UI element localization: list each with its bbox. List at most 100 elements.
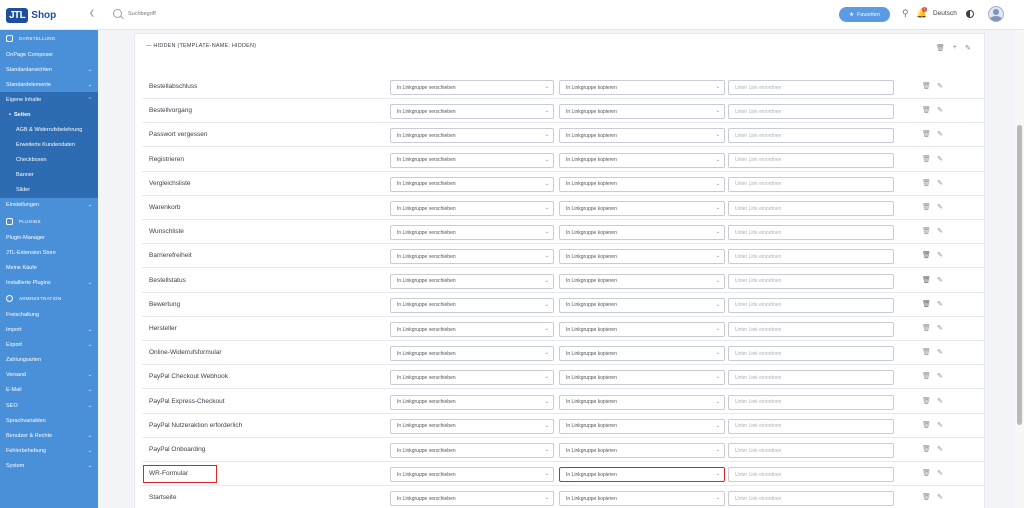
sidebar-item-versand[interactable]: Versand ⌄: [0, 368, 98, 383]
move-linkgroup-select[interactable]: In Linkgruppe verschieben ⌄: [390, 80, 554, 95]
copy-linkgroup-select[interactable]: In Linkgruppe kopieren ⌄: [559, 346, 725, 362]
trash-icon[interactable]: 🗑: [922, 493, 931, 501]
copy-linkgroup-select[interactable]: In Linkgruppe kopieren ⌄: [559, 467, 725, 483]
edit-icon[interactable]: ✎: [965, 44, 971, 52]
edit-icon[interactable]: ✎: [937, 445, 943, 453]
copy-linkgroup-select[interactable]: In Linkgruppe kopieren ⌄: [559, 104, 725, 120]
parent-link-input[interactable]: Unter Link einordnen: [728, 249, 894, 265]
sidebar-item-checkboxen[interactable]: Checkboxen: [0, 153, 98, 168]
edit-icon[interactable]: ✎: [937, 82, 943, 90]
move-linkgroup-select[interactable]: In Linkgruppe verschieben ⌄: [390, 322, 554, 337]
page-name[interactable]: PayPal Nutzeraktion erforderlich: [149, 422, 242, 429]
sidebar-item-einstellungen[interactable]: Einstellungen ⌄: [0, 198, 98, 213]
trash-icon[interactable]: 🗑: [922, 130, 931, 138]
sidebar-item-installierte-plugins[interactable]: Installierte Plugins ⌄: [0, 275, 98, 290]
user-avatar[interactable]: [988, 6, 1004, 22]
trash-icon[interactable]: 🗑: [922, 421, 931, 429]
copy-linkgroup-select[interactable]: In Linkgruppe kopieren ⌄: [559, 297, 725, 313]
page-name[interactable]: Bestellabschluss: [149, 83, 197, 90]
sidebar-item-meine-kaeufe[interactable]: Meine Käufe: [0, 260, 98, 275]
parent-link-input[interactable]: Unter Link einordnen: [728, 152, 894, 168]
scrollbar-thumb[interactable]: [1017, 125, 1022, 425]
move-linkgroup-select[interactable]: In Linkgruppe verschieben ⌄: [390, 225, 554, 241]
page-name[interactable]: PayPal Express-Checkout: [149, 398, 225, 405]
copy-linkgroup-select[interactable]: In Linkgruppe kopieren ⌄: [559, 225, 725, 241]
parent-link-input[interactable]: Unter Link einordnen: [728, 370, 894, 386]
move-linkgroup-select[interactable]: In Linkgruppe verschieben ⌄: [390, 273, 554, 289]
sidebar-item-seo[interactable]: SEO ⌄: [0, 398, 98, 413]
sidebar-item-email[interactable]: E-Mail ⌄: [0, 383, 98, 398]
sidebar-item-agb[interactable]: AGB & Widerrufsbelehrung: [0, 122, 98, 137]
parent-link-input[interactable]: Unter Link einordnen: [728, 346, 894, 362]
edit-icon[interactable]: ✎: [937, 227, 943, 235]
copy-linkgroup-select[interactable]: In Linkgruppe kopieren ⌄: [559, 249, 725, 265]
page-name[interactable]: Barrierefreiheit: [149, 252, 192, 259]
scrollbar[interactable]: [1014, 30, 1024, 508]
parent-link-input[interactable]: Unter Link einordnen: [728, 128, 894, 144]
copy-linkgroup-select[interactable]: In Linkgruppe kopieren ⌄: [559, 128, 725, 144]
copy-linkgroup-select[interactable]: In Linkgruppe kopieren ⌄: [559, 491, 725, 507]
sidebar-item-seiten[interactable]: • Seiten: [0, 107, 98, 122]
copy-linkgroup-select[interactable]: In Linkgruppe kopieren ⌄: [559, 322, 725, 337]
sidebar-item-plugin-manager[interactable]: Plugin-Manager: [0, 230, 98, 245]
edit-icon[interactable]: ✎: [937, 397, 943, 405]
move-linkgroup-select[interactable]: In Linkgruppe verschieben ⌄: [390, 491, 554, 507]
sidebar-item-erweiterte-kundendaten[interactable]: Erweiterte Kundendaten: [0, 138, 98, 153]
parent-link-input[interactable]: Unter Link einordnen: [728, 80, 894, 95]
move-linkgroup-select[interactable]: In Linkgruppe verschieben ⌄: [390, 418, 554, 434]
edit-icon[interactable]: ✎: [937, 251, 943, 259]
move-linkgroup-select[interactable]: In Linkgruppe verschieben ⌄: [390, 249, 554, 265]
parent-link-input[interactable]: Unter Link einordnen: [728, 418, 894, 434]
parent-link-input[interactable]: Unter Link einordnen: [728, 467, 894, 483]
sidebar-item-system[interactable]: System ⌄: [0, 458, 98, 473]
sidebar-item-benutzer-rechte[interactable]: Benutzer & Rechte ⌄: [0, 428, 98, 443]
favorites-button[interactable]: ★ Favoriten: [839, 7, 890, 22]
move-linkgroup-select[interactable]: In Linkgruppe verschieben ⌄: [390, 370, 554, 386]
page-name[interactable]: PayPal Checkout Webhook: [149, 373, 228, 380]
move-linkgroup-select[interactable]: In Linkgruppe verschieben ⌄: [390, 104, 554, 120]
parent-link-input[interactable]: Unter Link einordnen: [728, 394, 894, 410]
sidebar-collapse-icon[interactable]: ❮: [89, 9, 95, 17]
copy-linkgroup-select[interactable]: In Linkgruppe kopieren ⌄: [559, 152, 725, 168]
trash-icon[interactable]: 🗑: [922, 348, 931, 356]
copy-linkgroup-select[interactable]: In Linkgruppe kopieren ⌄: [559, 394, 725, 410]
parent-link-input[interactable]: Unter Link einordnen: [728, 201, 894, 216]
edit-icon[interactable]: ✎: [937, 300, 943, 308]
parent-link-input[interactable]: Unter Link einordnen: [728, 176, 894, 192]
parent-link-input[interactable]: Unter Link einordnen: [728, 225, 894, 241]
parent-link-input[interactable]: Unter Link einordnen: [728, 104, 894, 120]
edit-icon[interactable]: ✎: [937, 179, 943, 187]
copy-linkgroup-select[interactable]: In Linkgruppe kopieren ⌄: [559, 273, 725, 289]
edit-icon[interactable]: ✎: [937, 324, 943, 332]
parent-link-input[interactable]: Unter Link einordnen: [728, 273, 894, 289]
page-name[interactable]: Bestellstatus: [149, 277, 186, 284]
parent-link-input[interactable]: Unter Link einordnen: [728, 443, 894, 458]
trash-icon[interactable]: 🗑: [922, 106, 931, 114]
sidebar-item-fehlerbehebung[interactable]: Fehlerbehebung ⌄: [0, 443, 98, 458]
sidebar-item-extension-store[interactable]: JTL-Extension Store: [0, 245, 98, 260]
trash-icon[interactable]: 🗑: [922, 397, 931, 405]
trash-icon[interactable]: 🗑: [922, 227, 931, 235]
edit-icon[interactable]: ✎: [937, 421, 943, 429]
trash-icon[interactable]: 🗑: [922, 251, 931, 259]
copy-linkgroup-select[interactable]: In Linkgruppe kopieren ⌄: [559, 370, 725, 386]
move-linkgroup-select[interactable]: In Linkgruppe verschieben ⌄: [390, 443, 554, 458]
sidebar-item-eigene-inhalte[interactable]: Eigene Inhalte ⌃: [0, 92, 98, 108]
edit-icon[interactable]: ✎: [937, 130, 943, 138]
move-linkgroup-select[interactable]: In Linkgruppe verschieben ⌄: [390, 176, 554, 192]
edit-icon[interactable]: ✎: [937, 372, 943, 380]
move-linkgroup-select[interactable]: In Linkgruppe verschieben ⌄: [390, 128, 554, 144]
sidebar-item-export[interactable]: Export ⌄: [0, 338, 98, 353]
trash-icon[interactable]: 🗑: [922, 324, 931, 332]
trash-icon[interactable]: 🗑: [922, 203, 931, 211]
page-name[interactable]: Startseite: [149, 494, 176, 501]
move-linkgroup-select[interactable]: In Linkgruppe verschieben ⌄: [390, 297, 554, 313]
move-linkgroup-select[interactable]: In Linkgruppe verschieben ⌄: [390, 467, 554, 483]
jtl-shop-logo[interactable]: JTL Shop: [6, 6, 56, 24]
sidebar-item-sprachvariablen[interactable]: Sprachvariablen: [0, 413, 98, 428]
sidebar-item-standardansichten[interactable]: Standardansichten ⌄: [0, 62, 98, 77]
move-linkgroup-select[interactable]: In Linkgruppe verschieben ⌄: [390, 394, 554, 410]
search-input[interactable]: [128, 10, 248, 17]
trash-icon[interactable]: 🗑: [922, 372, 931, 380]
trash-icon[interactable]: 🗑: [936, 44, 945, 52]
